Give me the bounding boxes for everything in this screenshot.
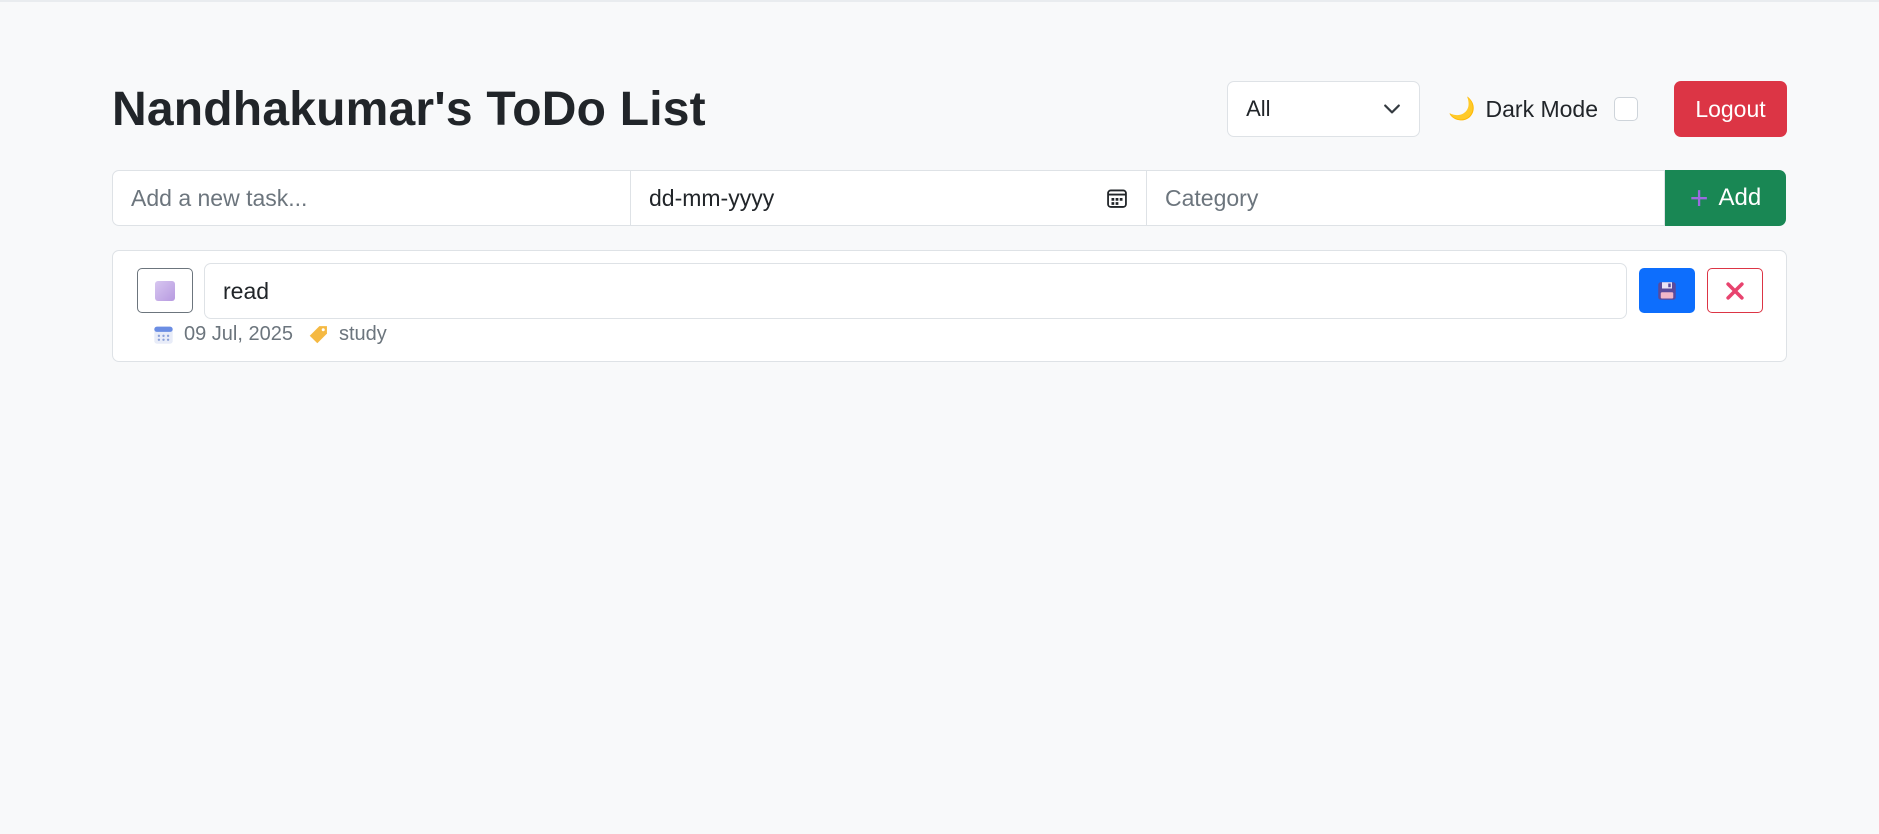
add-button-label: Add xyxy=(1718,184,1762,211)
dark-mode-label: Dark Mode xyxy=(1485,95,1598,122)
floppy-disk-icon xyxy=(1658,281,1676,300)
tag-icon xyxy=(309,325,327,343)
header: Nandhakumar's ToDo List All 🌙 Dark Mode … xyxy=(112,80,1787,138)
save-button[interactable] xyxy=(1639,268,1695,313)
page-title: Nandhakumar's ToDo List xyxy=(112,82,706,136)
add-task-form: Add a new task... dd-mm-yyyy Category + … xyxy=(112,170,1787,226)
task-date: 09 Jul, 2025 xyxy=(184,323,293,345)
plus-icon: + xyxy=(1689,180,1709,216)
logout-button[interactable]: Logout xyxy=(1674,81,1787,137)
calendar-icon xyxy=(154,326,173,344)
category-input[interactable]: Category xyxy=(1146,170,1665,226)
filter-select-value: All xyxy=(1246,96,1271,121)
calendar-icon[interactable] xyxy=(1106,187,1128,209)
close-icon xyxy=(1726,281,1744,300)
task-text-input[interactable]: read xyxy=(204,263,1627,319)
task-item: read 09 Jul, 2025 study xyxy=(112,250,1787,362)
filter-select[interactable]: All xyxy=(1227,81,1421,137)
task-meta: 09 Jul, 2025 study xyxy=(153,323,387,346)
chevron-down-icon xyxy=(1384,104,1400,114)
checkbox-icon xyxy=(155,280,175,301)
task-input[interactable]: Add a new task... xyxy=(112,170,631,226)
complete-toggle-button[interactable] xyxy=(137,268,193,313)
task-category: study xyxy=(338,323,387,345)
date-input[interactable]: dd-mm-yyyy xyxy=(630,170,1147,226)
delete-button[interactable] xyxy=(1707,268,1763,313)
add-task-button[interactable]: + Add xyxy=(1665,170,1786,226)
dark-mode-toggle: 🌙 Dark Mode xyxy=(1448,96,1638,123)
dark-mode-checkbox[interactable] xyxy=(1614,97,1638,121)
date-input-placeholder: dd-mm-yyyy xyxy=(649,184,775,211)
moon-icon: 🌙 xyxy=(1448,96,1476,121)
header-controls: All 🌙 Dark Mode Logout xyxy=(1227,81,1787,137)
